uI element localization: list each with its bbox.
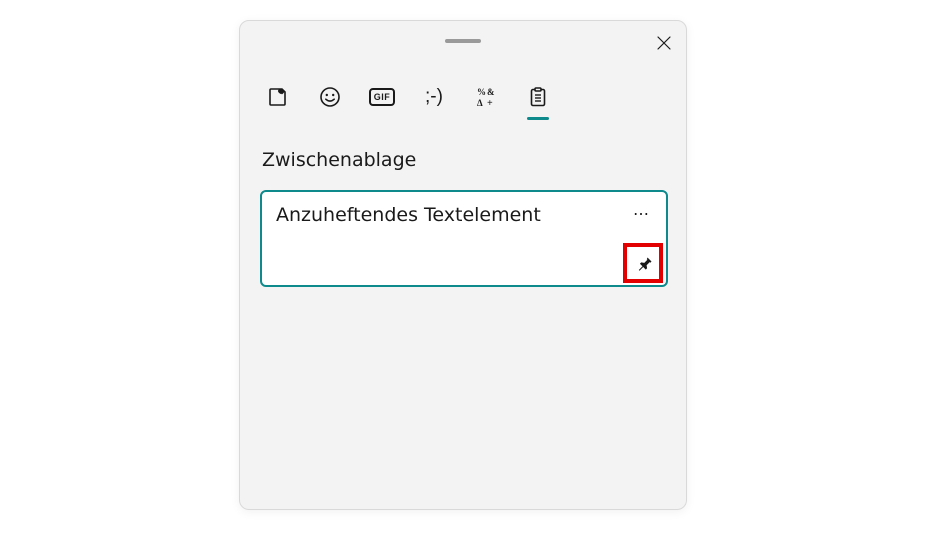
svg-text:+: +: [487, 98, 493, 108]
clipboard-icon: [527, 86, 549, 108]
symbols-icon: % & Δ +: [475, 86, 497, 108]
emoji-clipboard-panel: GIF ;-) % & Δ +: [239, 20, 687, 510]
clipboard-item[interactable]: Anzuheftendes Textelement ⋯: [260, 190, 668, 287]
category-tabs: GIF ;-) % & Δ +: [266, 75, 550, 119]
pin-button[interactable]: [630, 249, 660, 279]
drag-handle[interactable]: [445, 39, 481, 43]
tab-clipboard[interactable]: [526, 75, 550, 119]
smiley-icon: [319, 86, 341, 108]
close-button[interactable]: [649, 28, 679, 58]
clipboard-item-text: Anzuheftendes Textelement: [276, 204, 652, 226]
kaomoji-icon: ;-): [425, 86, 443, 108]
tab-emoji[interactable]: [318, 75, 342, 119]
pin-icon: [637, 256, 653, 272]
tab-kaomoji[interactable]: ;-): [422, 75, 446, 119]
more-button[interactable]: ⋯: [628, 200, 656, 228]
heart-note-icon: [267, 86, 289, 108]
tab-favorites[interactable]: [266, 75, 290, 119]
svg-text:Δ: Δ: [477, 98, 483, 108]
gif-icon: GIF: [369, 88, 396, 106]
svg-text:&: &: [487, 87, 495, 97]
close-icon: [657, 36, 671, 50]
section-title: Zwischenablage: [262, 149, 416, 171]
tab-symbols[interactable]: % & Δ +: [474, 75, 498, 119]
svg-text:%: %: [477, 87, 486, 97]
tab-gif[interactable]: GIF: [370, 75, 394, 119]
